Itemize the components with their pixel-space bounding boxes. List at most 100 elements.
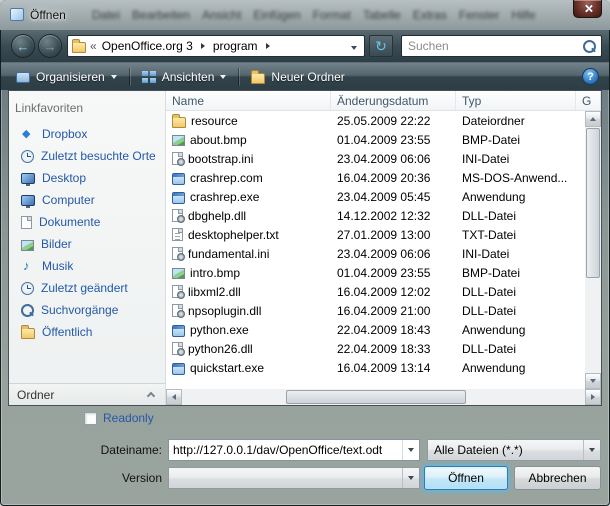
chevron-down-icon — [111, 75, 117, 79]
favorites-header: Linkfavoriten — [9, 91, 165, 123]
filename-input[interactable] — [169, 440, 402, 460]
sidebar-item-icon — [21, 328, 35, 339]
horizontal-scrollbar[interactable] — [166, 389, 601, 405]
open-button[interactable]: Öffnen — [424, 466, 508, 490]
forward-button[interactable]: → — [38, 34, 62, 58]
file-type-icon — [172, 192, 185, 204]
filetype-dropdown-button[interactable] — [583, 440, 600, 460]
sidebar-item[interactable]: Musik — [9, 255, 165, 277]
sidebar-item[interactable]: Desktop — [9, 167, 165, 189]
column-header[interactable]: Änderungsdatum — [331, 91, 456, 110]
background-menu-item: Datei — [92, 8, 120, 22]
file-row[interactable]: libxml2.dll 16.04.2009 12:02 DLL-Datei — [166, 282, 585, 301]
background-menu-item: Fenster — [459, 8, 500, 22]
background-menu-item: Extras — [413, 8, 447, 22]
back-button[interactable]: ← — [11, 34, 35, 58]
breadcrumb-item[interactable]: program — [213, 39, 278, 53]
titlebar[interactable]: Öffnen DateiBearbeitenAnsichtEinfügenFor… — [0, 0, 610, 30]
sidebar-item-icon — [21, 304, 34, 317]
sidebar-item-icon — [21, 195, 35, 206]
scroll-up-button[interactable] — [585, 111, 601, 127]
main-panel: Linkfavoriten Dropbox Zuletzt besuchte O… — [8, 90, 602, 406]
folders-expander[interactable]: Ordner — [9, 383, 165, 405]
horizontal-scrollbar-thumb[interactable] — [286, 390, 466, 404]
sidebar-item-icon — [21, 150, 34, 163]
readonly-label[interactable]: Readonly — [103, 411, 154, 425]
organize-button[interactable]: Organisieren — [7, 65, 126, 89]
file-row[interactable]: quickstart.exe 16.04.2009 13:14 Anwendun… — [166, 358, 585, 377]
breadcrumb[interactable]: « OpenOffice.org 3 program — [67, 35, 365, 57]
file-row[interactable]: dbghelp.dll 14.12.2002 12:32 DLL-Datei — [166, 206, 585, 225]
chevron-down-icon — [351, 46, 357, 50]
file-row[interactable]: python26.dll 22.04.2009 18:33 DLL-Datei — [166, 339, 585, 358]
column-header[interactable]: Name — [166, 91, 331, 110]
file-row[interactable]: fundamental.ini 23.04.2009 06:06 INI-Dat… — [166, 244, 585, 263]
column-header[interactable]: G — [576, 91, 601, 110]
sidebar-item[interactable]: Computer — [9, 189, 165, 211]
file-row[interactable]: intro.bmp 01.04.2009 23:55 BMP-Datei — [166, 263, 585, 282]
chevron-up-icon — [147, 392, 155, 400]
search-icon[interactable] — [583, 40, 596, 53]
chevron-down-icon — [408, 476, 414, 480]
refresh-button[interactable]: ↻ — [369, 35, 393, 57]
file-type-icon — [172, 325, 185, 337]
file-row[interactable]: about.bmp 01.04.2009 23:55 BMP-Datei — [166, 130, 585, 149]
views-button[interactable]: Ansichten — [133, 65, 236, 89]
views-icon — [142, 70, 156, 83]
search-input[interactable] — [402, 39, 583, 53]
sidebar-item[interactable]: Suchvorgänge — [9, 299, 165, 321]
sidebar-item[interactable]: Bilder — [9, 233, 165, 255]
readonly-checkbox[interactable] — [84, 412, 97, 425]
scroll-right-button[interactable] — [585, 389, 601, 405]
file-row[interactable]: crashrep.exe 23.04.2009 05:45 Anwendung — [166, 187, 585, 206]
file-row[interactable]: crashrep.com 16.04.2009 20:36 MS-DOS-Anw… — [166, 168, 585, 187]
help-button[interactable]: ? — [582, 68, 599, 85]
sidebar-item[interactable]: Zuletzt geändert — [9, 277, 165, 299]
chevron-down-icon — [220, 75, 226, 79]
readonly-row: Readonly — [84, 411, 154, 425]
toolbar-separator — [129, 68, 130, 86]
vertical-scrollbar-thumb[interactable] — [586, 128, 600, 278]
organize-icon — [16, 72, 30, 83]
vertical-scrollbar[interactable] — [585, 111, 601, 389]
sidebar: Linkfavoriten Dropbox Zuletzt besuchte O… — [9, 91, 166, 405]
address-dropdown-button[interactable] — [348, 39, 360, 53]
file-row[interactable]: python.exe 22.04.2009 18:43 Anwendung — [166, 320, 585, 339]
breadcrumb-item[interactable]: OpenOffice.org 3 — [102, 39, 213, 53]
file-row[interactable]: desktophelper.txt 27.01.2009 13:00 TXT-D… — [166, 225, 585, 244]
sidebar-item[interactable]: Öffentlich — [9, 321, 165, 343]
sidebar-item-icon — [21, 282, 34, 295]
scroll-left-button[interactable] — [166, 389, 182, 405]
filename-dropdown-button[interactable] — [402, 440, 419, 460]
file-row[interactable]: resource 25.05.2009 22:22 Dateiordner — [166, 111, 585, 130]
scroll-down-button[interactable] — [585, 373, 601, 389]
column-header[interactable]: Typ — [456, 91, 576, 110]
cancel-button[interactable]: Abbrechen — [514, 466, 601, 490]
filetype-select[interactable]: Alle Dateien (*.*) — [427, 439, 601, 461]
file-row[interactable]: npsoplugin.dll 16.04.2009 21:00 DLL-Date… — [166, 301, 585, 320]
file-type-icon — [172, 173, 185, 185]
sidebar-item[interactable]: Dropbox — [9, 123, 165, 145]
filename-combobox[interactable] — [168, 439, 420, 461]
file-rows: resource 25.05.2009 22:22 Dateiordner ab… — [166, 111, 585, 389]
close-button[interactable] — [573, 0, 602, 18]
breadcrumb-overflow-chevron[interactable]: « — [90, 39, 97, 53]
version-select[interactable] — [168, 467, 420, 489]
background-menu-item: Einfügen — [253, 8, 300, 22]
new-folder-button[interactable]: Neuer Ordner — [242, 65, 353, 89]
version-dropdown-button[interactable] — [402, 468, 419, 488]
sidebar-item-icon — [21, 216, 32, 229]
file-type-icon — [172, 152, 183, 165]
sidebar-item[interactable]: Dokumente — [9, 211, 165, 233]
file-row[interactable]: bootstrap.ini 23.04.2009 06:06 INI-Datei — [166, 149, 585, 168]
breadcrumb-separator-icon[interactable] — [266, 43, 270, 49]
chevron-down-icon — [408, 448, 414, 452]
background-menu-item: Bearbeiten — [132, 8, 190, 22]
dialog-icon — [10, 8, 24, 21]
breadcrumb-separator-icon[interactable] — [201, 43, 205, 49]
column-headers: NameÄnderungsdatumTypG — [166, 91, 601, 111]
new-folder-icon — [251, 73, 265, 84]
sidebar-item[interactable]: Zuletzt besuchte Orte — [9, 145, 165, 167]
toolbar-separator — [238, 68, 239, 86]
arrow-up-icon — [590, 117, 596, 121]
